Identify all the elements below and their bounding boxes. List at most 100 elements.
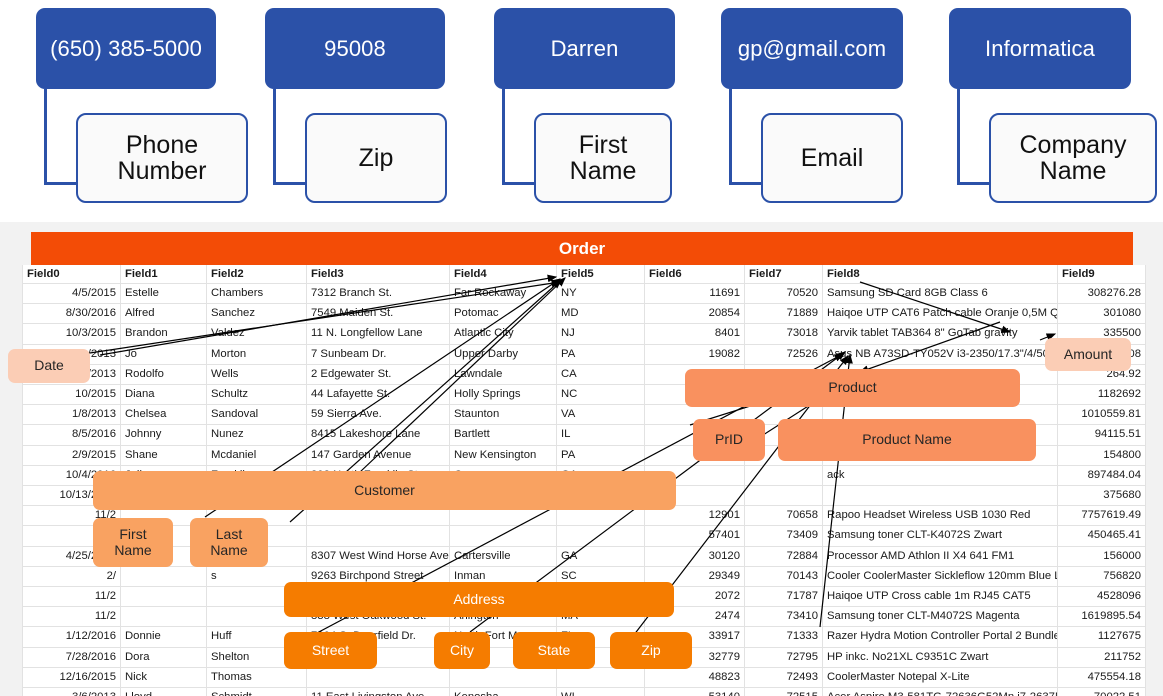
- cell-field7[interactable]: 72795: [744, 646, 823, 668]
- cell-field9[interactable]: 4528096: [1057, 586, 1146, 608]
- cell-field9[interactable]: 7757619.49: [1057, 505, 1146, 527]
- cell-field4[interactable]: Staunton: [449, 404, 557, 426]
- cell-field1[interactable]: Nick: [120, 666, 207, 689]
- cell-field2[interactable]: Schultz: [206, 384, 307, 406]
- cell-field7[interactable]: 73410: [744, 606, 823, 628]
- cell-field9[interactable]: 1127675: [1057, 626, 1146, 648]
- cell-field7[interactable]: 70658: [744, 505, 823, 527]
- cell-field7[interactable]: 72515: [744, 687, 823, 696]
- cell-field1[interactable]: Estelle: [120, 282, 207, 305]
- cell-field5[interactable]: [556, 525, 645, 547]
- cell-field8[interactable]: [822, 485, 1058, 507]
- cell-field5[interactable]: NY: [556, 282, 645, 305]
- cell-field8[interactable]: Samsung toner CLT-K4072S Zwart: [822, 525, 1058, 547]
- cell-field8[interactable]: Razer Hydra Motion Controller Portal 2 B…: [822, 626, 1058, 648]
- callout-first-name[interactable]: First Name: [93, 518, 173, 567]
- cell-field6[interactable]: 30120: [644, 545, 745, 567]
- cell-field0[interactable]: 12/16/2015: [22, 666, 121, 689]
- cell-field3[interactable]: 8415 Lakeshore Lane: [306, 424, 450, 446]
- cell-field5[interactable]: PA: [556, 444, 645, 466]
- cell-field0[interactable]: 1/8/2013: [22, 404, 121, 426]
- cell-field0[interactable]: 2/9/2015: [22, 444, 121, 466]
- table-row[interactable]: 12/16/2015 Nick Thomas 48823 72493 CoolerMast…: [22, 666, 1146, 689]
- cell-field0[interactable]: 8/30/2016: [22, 303, 121, 325]
- cell-field6[interactable]: 19082: [644, 343, 745, 365]
- callout-state[interactable]: State: [513, 632, 595, 669]
- cell-field2[interactable]: Morton: [206, 343, 307, 365]
- cell-field9[interactable]: 450465.41: [1057, 525, 1146, 547]
- cell-field8[interactable]: Haiqoe UTP CAT6 Patch cable Oranje 0,5M …: [822, 303, 1058, 325]
- cell-field7[interactable]: [744, 464, 823, 487]
- cell-field3[interactable]: 11 East Livingston Ave.: [306, 687, 450, 696]
- cell-field2[interactable]: Schmidt: [206, 687, 307, 696]
- cell-field1[interactable]: Diana: [120, 384, 207, 406]
- cell-field2[interactable]: Chambers: [206, 282, 307, 305]
- table-row[interactable]: 12/21/2013JoMorton7 Sunbeam Dr.Upper Dar…: [22, 343, 1146, 365]
- cell-field1[interactable]: [120, 565, 207, 588]
- callout-zip[interactable]: Zip: [610, 632, 692, 669]
- cell-field1[interactable]: Rodolfo: [120, 363, 207, 386]
- cell-field4[interactable]: Kenosha: [449, 687, 557, 696]
- cell-field7[interactable]: 73018: [744, 323, 823, 345]
- cell-field8[interactable]: Processor AMD Athlon II X4 641 FM1: [822, 545, 1058, 567]
- cell-field9[interactable]: 375680: [1057, 485, 1146, 507]
- cell-field4[interactable]: Bartlett: [449, 424, 557, 446]
- cell-field5[interactable]: CA: [556, 363, 645, 386]
- cell-field8[interactable]: Cooler CoolerMaster Sickleflow 120mm Blu…: [822, 565, 1058, 588]
- cell-field7[interactable]: 70143: [744, 565, 823, 588]
- cell-field8[interactable]: Samsung toner CLT-M4072S Magenta: [822, 606, 1058, 628]
- cell-field3[interactable]: [306, 666, 450, 689]
- table-row[interactable]: 8/30/2016 Alfred Sanchez 7549 Maiden St. Pot…: [22, 303, 1146, 325]
- cell-field0[interactable]: 7/28/2016: [22, 646, 121, 668]
- callout-street[interactable]: Street: [284, 632, 377, 669]
- cell-field2[interactable]: Nunez: [206, 424, 307, 446]
- cell-field5[interactable]: NC: [556, 384, 645, 406]
- callout-amount[interactable]: Amount: [1045, 338, 1131, 371]
- cell-field5[interactable]: GA: [556, 545, 645, 567]
- cell-field3[interactable]: 44 Lafayette St.: [306, 384, 450, 406]
- cell-field6[interactable]: 11691: [644, 282, 745, 305]
- cell-field2[interactable]: Thomas: [206, 666, 307, 689]
- cell-field7[interactable]: [744, 485, 823, 507]
- cell-field6[interactable]: 53140: [644, 687, 745, 696]
- cell-field4[interactable]: New Kensington: [449, 444, 557, 466]
- table-row[interactable]: 3/6/2013LloydSchmidt11 East Livingston A…: [22, 687, 1146, 696]
- cell-field1[interactable]: Dora: [120, 646, 207, 668]
- callout-last-name[interactable]: Last Name: [190, 518, 268, 567]
- cell-field9[interactable]: 301080: [1057, 303, 1146, 325]
- cell-field7[interactable]: 72526: [744, 343, 823, 365]
- cell-field4[interactable]: Far Rockaway: [449, 282, 557, 305]
- cell-field4[interactable]: Potomac: [449, 303, 557, 325]
- callout-prid[interactable]: PrID: [693, 419, 765, 461]
- cell-field7[interactable]: 72884: [744, 545, 823, 567]
- callout-product-name[interactable]: Product Name: [778, 419, 1036, 461]
- cell-field5[interactable]: MD: [556, 303, 645, 325]
- cell-field8[interactable]: CoolerMaster Notepal X-Lite: [822, 666, 1058, 689]
- cell-field0[interactable]: 4/5/2015: [22, 282, 121, 305]
- cell-field0[interactable]: 1/12/2016: [22, 626, 121, 648]
- cell-field2[interactable]: Valdez: [206, 323, 307, 345]
- table-row[interactable]: 10/3/2015 Brandon Valdez 11 N. Longfellow L…: [22, 323, 1146, 345]
- cell-field1[interactable]: [120, 586, 207, 608]
- cell-field2[interactable]: Mcdaniel: [206, 444, 307, 466]
- cell-field6[interactable]: 48823: [644, 666, 745, 689]
- cell-field8[interactable]: Acer Aspire M3-581TG-72636G52Mn i7-2637M…: [822, 687, 1058, 696]
- cell-field7[interactable]: 71787: [744, 586, 823, 608]
- cell-field9[interactable]: 1619895.54: [1057, 606, 1146, 628]
- cell-field7[interactable]: 71889: [744, 303, 823, 325]
- cell-field4[interactable]: Atlantic City: [449, 323, 557, 345]
- cell-field5[interactable]: NJ: [556, 323, 645, 345]
- callout-city[interactable]: City: [434, 632, 490, 669]
- cell-field8[interactable]: Haiqoe UTP Cross cable 1m RJ45 CAT5: [822, 586, 1058, 608]
- callout-date[interactable]: Date: [8, 349, 90, 383]
- cell-field0[interactable]: 10/3/2015: [22, 323, 121, 345]
- cell-field7[interactable]: 73409: [744, 525, 823, 547]
- cell-field3[interactable]: 7 Sunbeam Dr.: [306, 343, 450, 365]
- cell-field9[interactable]: 154800: [1057, 444, 1146, 466]
- cell-field8[interactable]: ack: [822, 464, 1058, 487]
- cell-field3[interactable]: 147 Garden Avenue: [306, 444, 450, 466]
- cell-field1[interactable]: Brandon: [120, 323, 207, 345]
- cell-field7[interactable]: 70520: [744, 282, 823, 305]
- cell-field9[interactable]: 1182692: [1057, 384, 1146, 406]
- cell-field8[interactable]: Asus NB A73SD-TY052V i3-2350/17.3"/4/500…: [822, 343, 1058, 365]
